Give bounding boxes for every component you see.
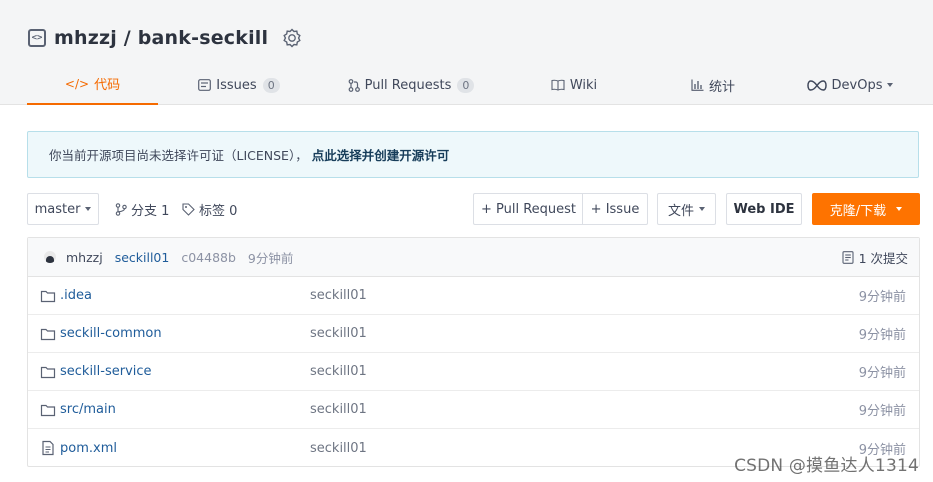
file-time: 9分钟前 [858,366,906,381]
tab-code[interactable]: </> 代码 [27,64,158,105]
tab-stats[interactable]: 统计 [646,64,780,106]
issues-count-badge: 0 [262,77,280,93]
folder-icon [40,328,56,341]
tab-wiki[interactable]: Wiki [502,64,646,106]
avatar[interactable] [44,251,56,263]
code-icon: </> [64,76,90,91]
tag-icon [182,202,195,216]
issue-icon [198,79,212,91]
branch-select[interactable]: master [27,193,99,225]
commit-message[interactable]: seckill01 [115,250,170,265]
latest-commit-bar: mhzzj seckill01 c04488b 9分钟前 1 次提交 [28,238,919,277]
chevron-down-icon [85,207,92,211]
tab-wiki-label: Wiki [569,77,598,93]
commit-time: 9分钟前 [247,250,294,266]
license-notice: 你当前开源项目尚未选择许可证（LICENSE）， 点此选择并创建开源许可 [27,131,919,178]
clone-download-button[interactable]: 克隆/下载 [812,193,920,225]
pull-requests-count-badge: 0 [457,77,475,93]
branches-link[interactable]: 分支 1 [115,193,169,225]
chart-icon [691,79,704,91]
repo-name[interactable]: mhzzj / bank-seckill [54,27,268,49]
branch-icon [115,202,127,216]
chevron-down-icon [699,207,705,211]
table-row[interactable]: .idea seckill01 9分钟前 [28,277,919,315]
commit-author[interactable]: mhzzj [66,250,103,265]
tab-stats-label: 统计 [708,79,735,95]
license-notice-text: 你当前开源项目尚未选择许可证（LICENSE）， [49,148,308,163]
repo-tabs: </> 代码 Issues 0 Pull Requests 0 Wiki 统计 … [27,64,920,106]
file-name[interactable]: seckill-common [60,326,162,341]
create-license-link[interactable]: 点此选择并创建开源许可 [312,145,450,164]
new-issue-button[interactable]: + Issue [582,193,648,225]
file-time: 9分钟前 [858,328,906,343]
file-name[interactable]: pom.xml [60,441,117,456]
commit-hash[interactable]: c04488b [181,250,236,265]
clone-download-label: 克隆/下载 [829,203,887,219]
table-row[interactable]: seckill-service seckill01 9分钟前 [28,353,919,391]
file-menu-label: 文件 [667,203,694,219]
branch-select-label: master [34,201,81,217]
file-time: 9分钟前 [858,290,906,305]
file-name[interactable]: .idea [60,288,92,303]
tags-count: 标签 0 [199,203,238,219]
file-table: mhzzj seckill01 c04488b 9分钟前 1 次提交 .idea… [27,237,920,467]
pull-request-icon [348,78,360,92]
tags-link[interactable]: 标签 0 [182,193,237,225]
commits-icon [842,251,854,264]
file-name[interactable]: seckill-service [60,364,152,379]
file-menu-button[interactable]: 文件 [657,193,716,225]
chevron-down-icon [896,207,903,211]
repo-header: <> mhzzj / bank-seckill </> 代码 Issues 0 … [0,0,933,105]
file-commit-message[interactable]: seckill01 [310,441,367,456]
infinity-icon [806,79,827,91]
folder-icon [40,290,56,303]
repo-title-bar: <> mhzzj / bank-seckill [28,24,302,52]
tab-devops[interactable]: DevOps [780,64,920,106]
tab-pull-requests[interactable]: Pull Requests 0 [320,64,502,106]
file-time: 9分钟前 [858,404,906,419]
award-badge-icon[interactable] [282,28,302,48]
file-commit-message[interactable]: seckill01 [310,326,367,341]
tab-issues[interactable]: Issues 0 [158,64,320,106]
branches-count: 分支 1 [131,203,170,219]
file-icon [42,440,54,456]
repo-toolbar: master 分支 1 标签 0 + Pull Request + Issue … [27,193,920,225]
web-ide-button[interactable]: Web IDE [726,193,802,225]
file-commit-message[interactable]: seckill01 [310,364,367,379]
tab-devops-label: DevOps [831,77,883,93]
file-commit-message[interactable]: seckill01 [310,402,367,417]
table-row[interactable]: seckill-common seckill01 9分钟前 [28,315,919,353]
table-row[interactable]: src/main seckill01 9分钟前 [28,391,919,429]
book-icon [551,79,565,91]
folder-icon [40,366,56,379]
tab-issues-label: Issues [216,77,257,93]
new-pull-request-button[interactable]: + Pull Request [473,193,583,225]
folder-icon [40,404,56,417]
tab-code-label: 代码 [94,78,121,93]
tab-pull-requests-label: Pull Requests [364,77,452,93]
file-name[interactable]: src/main [60,402,116,417]
commit-count-label: 1 次提交 [858,251,908,266]
commit-count-link[interactable]: 1 次提交 [842,238,908,277]
repository-icon: <> [28,29,46,47]
file-commit-message[interactable]: seckill01 [310,288,367,303]
watermark-text: CSDN @摸鱼达人1314 [734,456,919,476]
chevron-down-icon [887,83,894,87]
